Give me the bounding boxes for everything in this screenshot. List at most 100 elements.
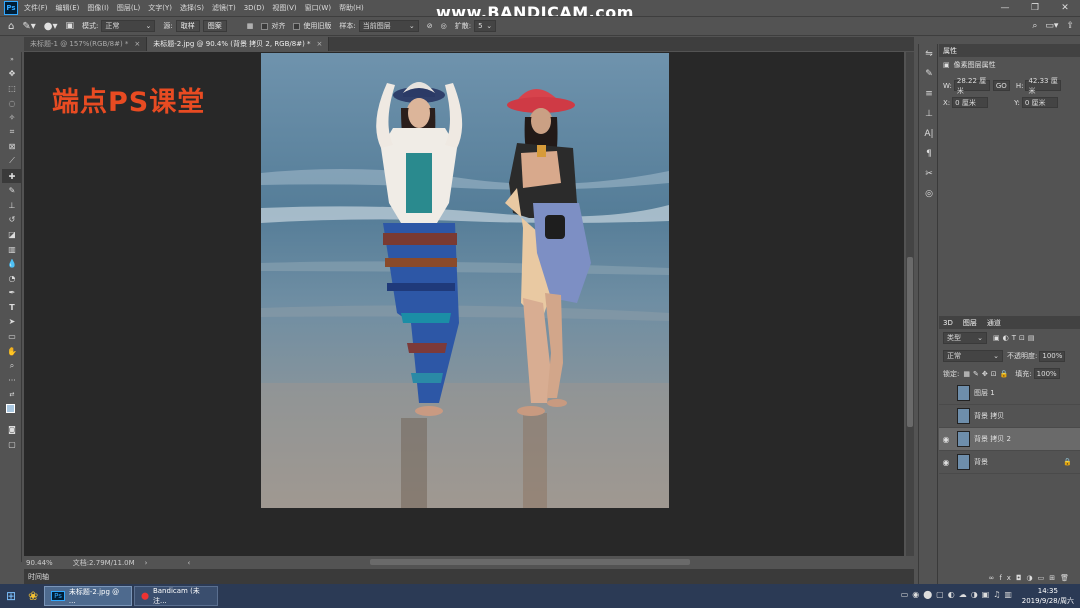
clone-stamp-tool-icon[interactable]: ✎▾	[22, 21, 35, 32]
paragraph-panel-icon[interactable]: ¶	[919, 144, 939, 164]
blur-tool-icon[interactable]: 💧	[2, 256, 22, 271]
clone-source-panel-icon[interactable]: ▣	[66, 21, 75, 31]
close-icon[interactable]: ×	[317, 40, 323, 48]
menu-view[interactable]: 视图(V)	[272, 3, 296, 13]
brush-tool-icon[interactable]: ✎	[2, 183, 22, 198]
layer-row-selected[interactable]: ◉ 背景 拷贝 2	[939, 428, 1080, 451]
spread-input[interactable]: 5 ⌄	[474, 20, 497, 32]
fill-field[interactable]: 100%	[1033, 368, 1060, 379]
libraries-icon[interactable]: ◎	[919, 184, 939, 204]
menu-filter[interactable]: 滤镜(T)	[212, 3, 236, 13]
brush-settings-icon[interactable]: ✎	[919, 64, 939, 84]
menu-file[interactable]: 文件(F)	[24, 3, 48, 13]
delete-layer-icon[interactable]: 🗑	[1060, 574, 1074, 582]
taskbar-bandicam[interactable]: ⬤ Bandicam (未注...	[134, 586, 219, 606]
search-icon[interactable]: ⌕	[1032, 21, 1037, 31]
tab-layers[interactable]: 图层	[963, 318, 977, 328]
collapse-icon[interactable]: »	[2, 52, 22, 67]
menu-image[interactable]: 图像(I)	[87, 3, 109, 13]
clock[interactable]: 14:35 2019/9/28/周六	[1022, 586, 1074, 606]
sample-button[interactable]: 取样	[175, 20, 200, 32]
healing-brush-tool-icon[interactable]: ✚	[2, 168, 22, 184]
close-icon[interactable]: ✕	[1050, 0, 1080, 16]
legacy-checkbox[interactable]	[293, 22, 301, 30]
clone-stamp-icon[interactable]: ⊥	[2, 198, 22, 213]
link-layers-icon[interactable]: ∞	[989, 574, 1000, 582]
ignore-adjustment-icon[interactable]: ⊘	[427, 22, 433, 30]
quick-select-tool-icon[interactable]: ✧	[2, 110, 22, 125]
zoom-tool-icon[interactable]: ⌕	[2, 358, 22, 373]
adjustment-layer-icon[interactable]: ◑	[1027, 574, 1038, 582]
vertical-scroll-thumb[interactable]	[907, 257, 913, 427]
move-tool-icon[interactable]: ✥	[2, 67, 22, 82]
opacity-field[interactable]: 100%	[1039, 350, 1066, 362]
taskbar-photoshop[interactable]: Ps 未标题-2.jpg @ ...	[44, 586, 133, 606]
workspace-icon[interactable]: ▭▾	[1045, 21, 1058, 31]
pattern-swatch-icon[interactable]: ▦	[247, 22, 254, 30]
menu-window[interactable]: 窗口(W)	[305, 3, 331, 13]
menu-edit[interactable]: 编辑(E)	[56, 3, 80, 13]
start-button[interactable]: ⊞	[0, 586, 22, 606]
mode-select[interactable]: 正常 ⌄	[101, 20, 156, 32]
eye-icon[interactable]: ◉	[939, 458, 953, 467]
pressure-icon[interactable]: ◎	[441, 22, 447, 30]
clone-source-icon[interactable]: ⊥	[919, 104, 939, 124]
width-field[interactable]: 28.22 厘米	[953, 77, 990, 95]
path-select-tool-icon[interactable]: ➤	[2, 315, 22, 330]
close-icon[interactable]: ×	[134, 40, 140, 48]
tools-panel-icon[interactable]: ✂	[919, 164, 939, 184]
tab-3d[interactable]: 3D	[943, 319, 953, 327]
group-icon[interactable]: ▭	[1038, 574, 1050, 582]
zoom-level[interactable]: 90.44%	[26, 559, 53, 567]
hand-tool-icon[interactable]: ✋	[2, 344, 22, 359]
history-panel-icon[interactable]: ⇋	[919, 44, 939, 64]
share-icon[interactable]: ⇪	[1066, 21, 1074, 31]
quick-mask-icon[interactable]: ◙	[2, 422, 22, 437]
history-brush-icon[interactable]: ↺	[2, 213, 22, 228]
fx-icon[interactable]: fx	[999, 574, 1016, 582]
minimize-icon[interactable]: —	[990, 0, 1020, 16]
horizontal-scroll-thumb[interactable]	[370, 559, 690, 565]
swap-colors-icon[interactable]: ⇄	[2, 388, 22, 403]
height-field[interactable]: 42.33 厘米	[1025, 77, 1062, 95]
character-panel-icon[interactable]: A|	[919, 124, 939, 144]
menu-3d[interactable]: 3D(D)	[244, 4, 265, 12]
frame-tool-icon[interactable]: ⊠	[2, 140, 22, 155]
menu-help[interactable]: 帮助(H)	[339, 3, 364, 13]
layer-row[interactable]: ◉ 背景 🔒	[939, 451, 1080, 474]
x-field[interactable]: 0 厘米	[952, 97, 989, 108]
tab-untitled-1[interactable]: 未标题-1 @ 157%(RGB/8#) * ×	[24, 37, 148, 51]
mask-icon[interactable]: ◘	[1016, 574, 1027, 582]
tab-untitled-2[interactable]: 未标题-2.jpg @ 90.4% (背景 拷贝 2, RGB/8#) * ×	[147, 37, 330, 51]
align-checkbox[interactable]	[261, 22, 269, 30]
lock-icons[interactable]: ▦✎✥⊡🔒	[963, 370, 1011, 378]
menu-select[interactable]: 选择(S)	[180, 3, 204, 13]
blend-mode-select[interactable]: 正常 ⌄	[943, 350, 1003, 362]
home-icon[interactable]: ⌂	[8, 21, 14, 32]
pattern-button[interactable]: 图案	[202, 20, 227, 32]
new-layer-icon[interactable]: ⊞	[1049, 574, 1060, 582]
tab-channels[interactable]: 通道	[987, 318, 1001, 328]
screen-mode-icon[interactable]: ▢	[2, 437, 22, 452]
lasso-tool-icon[interactable]: ◌	[2, 96, 22, 111]
y-field[interactable]: 0 厘米	[1021, 97, 1058, 108]
eraser-tool-icon[interactable]: ◪	[2, 227, 22, 242]
tray-icons[interactable]: ▭◉⬤▢◐☁◑▣♫▥	[901, 590, 1016, 599]
timeline-panel[interactable]: 时间轴	[24, 569, 914, 584]
layer-row[interactable]: 图层 1	[939, 382, 1080, 405]
filter-icons[interactable]: ▣◐T⊡▤	[993, 334, 1037, 342]
dodge-tool-icon[interactable]: ◔	[2, 271, 22, 286]
eye-icon[interactable]: ◉	[939, 435, 953, 444]
marquee-tool-icon[interactable]: ⬚	[2, 81, 22, 96]
rectangle-tool-icon[interactable]: ▭	[2, 329, 22, 344]
layer-row[interactable]: 背景 拷贝	[939, 405, 1080, 428]
gradient-tool-icon[interactable]: ▥	[2, 242, 22, 257]
adjustments-icon[interactable]: ≡	[919, 84, 939, 104]
more-tools-icon[interactable]: ···	[2, 373, 22, 388]
layer-filter-select[interactable]: 类型 ⌄	[943, 332, 987, 344]
restore-icon[interactable]: ❐	[1020, 0, 1050, 16]
sample-select[interactable]: 当前图层 ⌄	[358, 20, 419, 32]
color-swatches[interactable]	[2, 402, 22, 422]
eyedropper-tool-icon[interactable]: ⟋	[2, 154, 22, 169]
type-tool-icon[interactable]: T	[2, 300, 22, 315]
